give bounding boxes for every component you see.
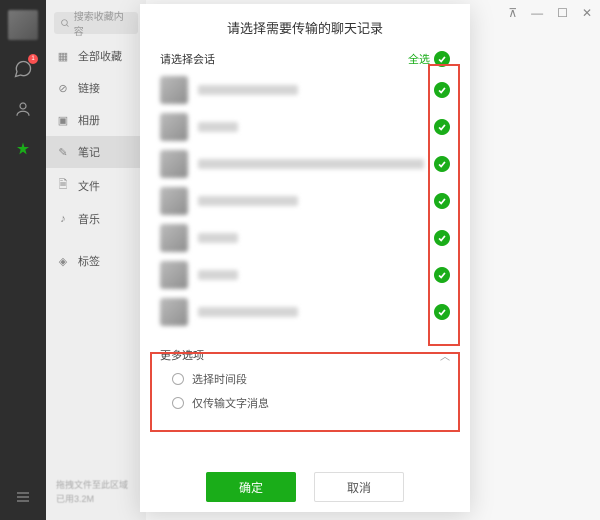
sidebar-item-label: 链接 <box>78 80 100 96</box>
check-icon[interactable] <box>434 156 450 172</box>
pin-icon[interactable]: ⊼ <box>508 6 517 20</box>
chat-avatar <box>160 187 188 215</box>
check-icon[interactable] <box>434 230 450 246</box>
chat-avatar <box>160 113 188 141</box>
cancel-button[interactable]: 取消 <box>314 472 404 502</box>
file-icon: 🗎 <box>56 176 70 195</box>
sidebar-item-links[interactable]: ⊘ 链接 <box>46 72 146 104</box>
chat-name <box>198 196 298 206</box>
avatar[interactable] <box>8 10 38 40</box>
sidebar-item-label: 相册 <box>78 112 100 128</box>
chat-name <box>198 159 424 169</box>
unread-badge: 1 <box>28 54 38 64</box>
chat-row[interactable] <box>160 223 450 253</box>
chat-avatar <box>160 298 188 326</box>
window-controls: ⊼ — ☐ ✕ <box>508 6 592 20</box>
sidebar-item-label: 文件 <box>78 178 100 194</box>
favorites-icon[interactable] <box>12 138 34 160</box>
left-rail: 1 <box>0 0 46 520</box>
chat-avatar <box>160 150 188 178</box>
chat-name <box>198 270 238 280</box>
chat-name <box>198 122 238 132</box>
search-icon <box>60 18 70 28</box>
sidebar-item-label: 标签 <box>78 253 100 269</box>
chat-row[interactable] <box>160 297 450 327</box>
search-placeholder: 搜索收藏内容 <box>74 8 132 38</box>
more-options-toggle[interactable]: 更多选项 ︿ <box>140 341 470 365</box>
chat-avatar <box>160 76 188 104</box>
check-icon[interactable] <box>434 119 450 135</box>
ok-button[interactable]: 确定 <box>206 472 296 502</box>
transfer-dialog: 请选择需要传输的聊天记录 请选择会话 全选 更多选项 ︿ 选择时间段 仅传输文字… <box>140 4 470 512</box>
chat-list <box>140 75 470 327</box>
check-icon <box>434 51 450 67</box>
grid-icon: ▦ <box>56 50 70 63</box>
check-icon[interactable] <box>434 304 450 320</box>
select-session-label: 请选择会话 <box>160 51 215 67</box>
photo-icon: ▣ <box>56 114 70 127</box>
chat-row[interactable] <box>160 149 450 179</box>
sidebar-item-photos[interactable]: ▣ 相册 <box>46 104 146 136</box>
chat-avatar <box>160 261 188 289</box>
option-time-range[interactable]: 选择时间段 <box>172 371 450 387</box>
option-label: 仅传输文字消息 <box>192 395 269 411</box>
music-icon: ♪ <box>56 213 70 225</box>
close-icon[interactable]: ✕ <box>582 6 592 20</box>
chevron-up-icon: ︿ <box>440 348 450 363</box>
sidebar-item-notes[interactable]: ✎ 笔记 <box>46 136 146 168</box>
note-icon: ✎ <box>56 146 70 159</box>
sidebar-item-label: 全部收藏 <box>78 48 122 64</box>
sidebar-item-tags[interactable]: ◈ 标签 <box>46 245 146 277</box>
search-input[interactable]: 搜索收藏内容 <box>54 12 138 34</box>
chat-row[interactable] <box>160 260 450 290</box>
chat-name <box>198 85 298 95</box>
chat-row[interactable] <box>160 75 450 105</box>
radio-icon <box>172 397 184 409</box>
sidebar-footer: 拖拽文件至此区域 已用3.2M <box>46 471 146 520</box>
radio-icon <box>172 373 184 385</box>
check-icon[interactable] <box>434 82 450 98</box>
minimize-icon[interactable]: — <box>531 6 543 20</box>
sidebar-item-music[interactable]: ♪ 音乐 <box>46 203 146 235</box>
chat-row[interactable] <box>160 186 450 216</box>
sidebar-item-label: 笔记 <box>78 144 100 160</box>
chat-avatar <box>160 224 188 252</box>
select-all-button[interactable]: 全选 <box>408 51 450 67</box>
sidebar-item-files[interactable]: 🗎 文件 <box>46 168 146 203</box>
option-label: 选择时间段 <box>192 371 247 387</box>
select-all-label: 全选 <box>408 51 430 67</box>
more-options-label: 更多选项 <box>160 347 204 363</box>
chat-row[interactable] <box>160 112 450 142</box>
contacts-icon[interactable] <box>12 98 34 120</box>
check-icon[interactable] <box>434 193 450 209</box>
maximize-icon[interactable]: ☐ <box>557 6 568 20</box>
link-icon: ⊘ <box>56 82 70 95</box>
dialog-buttons: 确定 取消 <box>140 458 470 502</box>
more-options-panel: 选择时间段 仅传输文字消息 <box>140 365 470 415</box>
chat-name <box>198 233 238 243</box>
option-text-only[interactable]: 仅传输文字消息 <box>172 395 450 411</box>
favorites-sidebar: 搜索收藏内容 ▦ 全部收藏 ⊘ 链接 ▣ 相册 ✎ 笔记 🗎 文件 ♪ 音乐 ◈ 标签 拖拽文… <box>46 0 146 520</box>
check-icon[interactable] <box>434 267 450 283</box>
dialog-title: 请选择需要传输的聊天记录 <box>140 18 470 37</box>
chat-name <box>198 307 298 317</box>
sidebar-item-all[interactable]: ▦ 全部收藏 <box>46 40 146 72</box>
tag-icon: ◈ <box>56 255 70 268</box>
menu-icon[interactable] <box>12 486 34 508</box>
chat-icon[interactable]: 1 <box>12 58 34 80</box>
sidebar-item-label: 音乐 <box>78 211 100 227</box>
